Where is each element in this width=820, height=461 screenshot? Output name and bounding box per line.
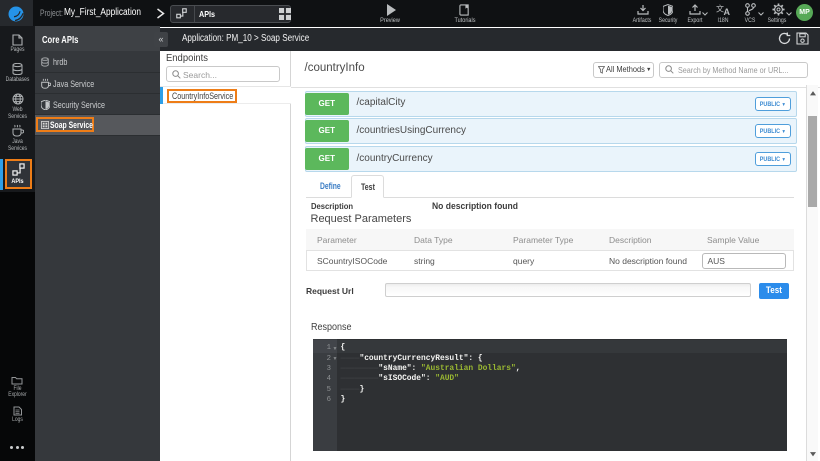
svg-text:A: A — [724, 7, 731, 16]
